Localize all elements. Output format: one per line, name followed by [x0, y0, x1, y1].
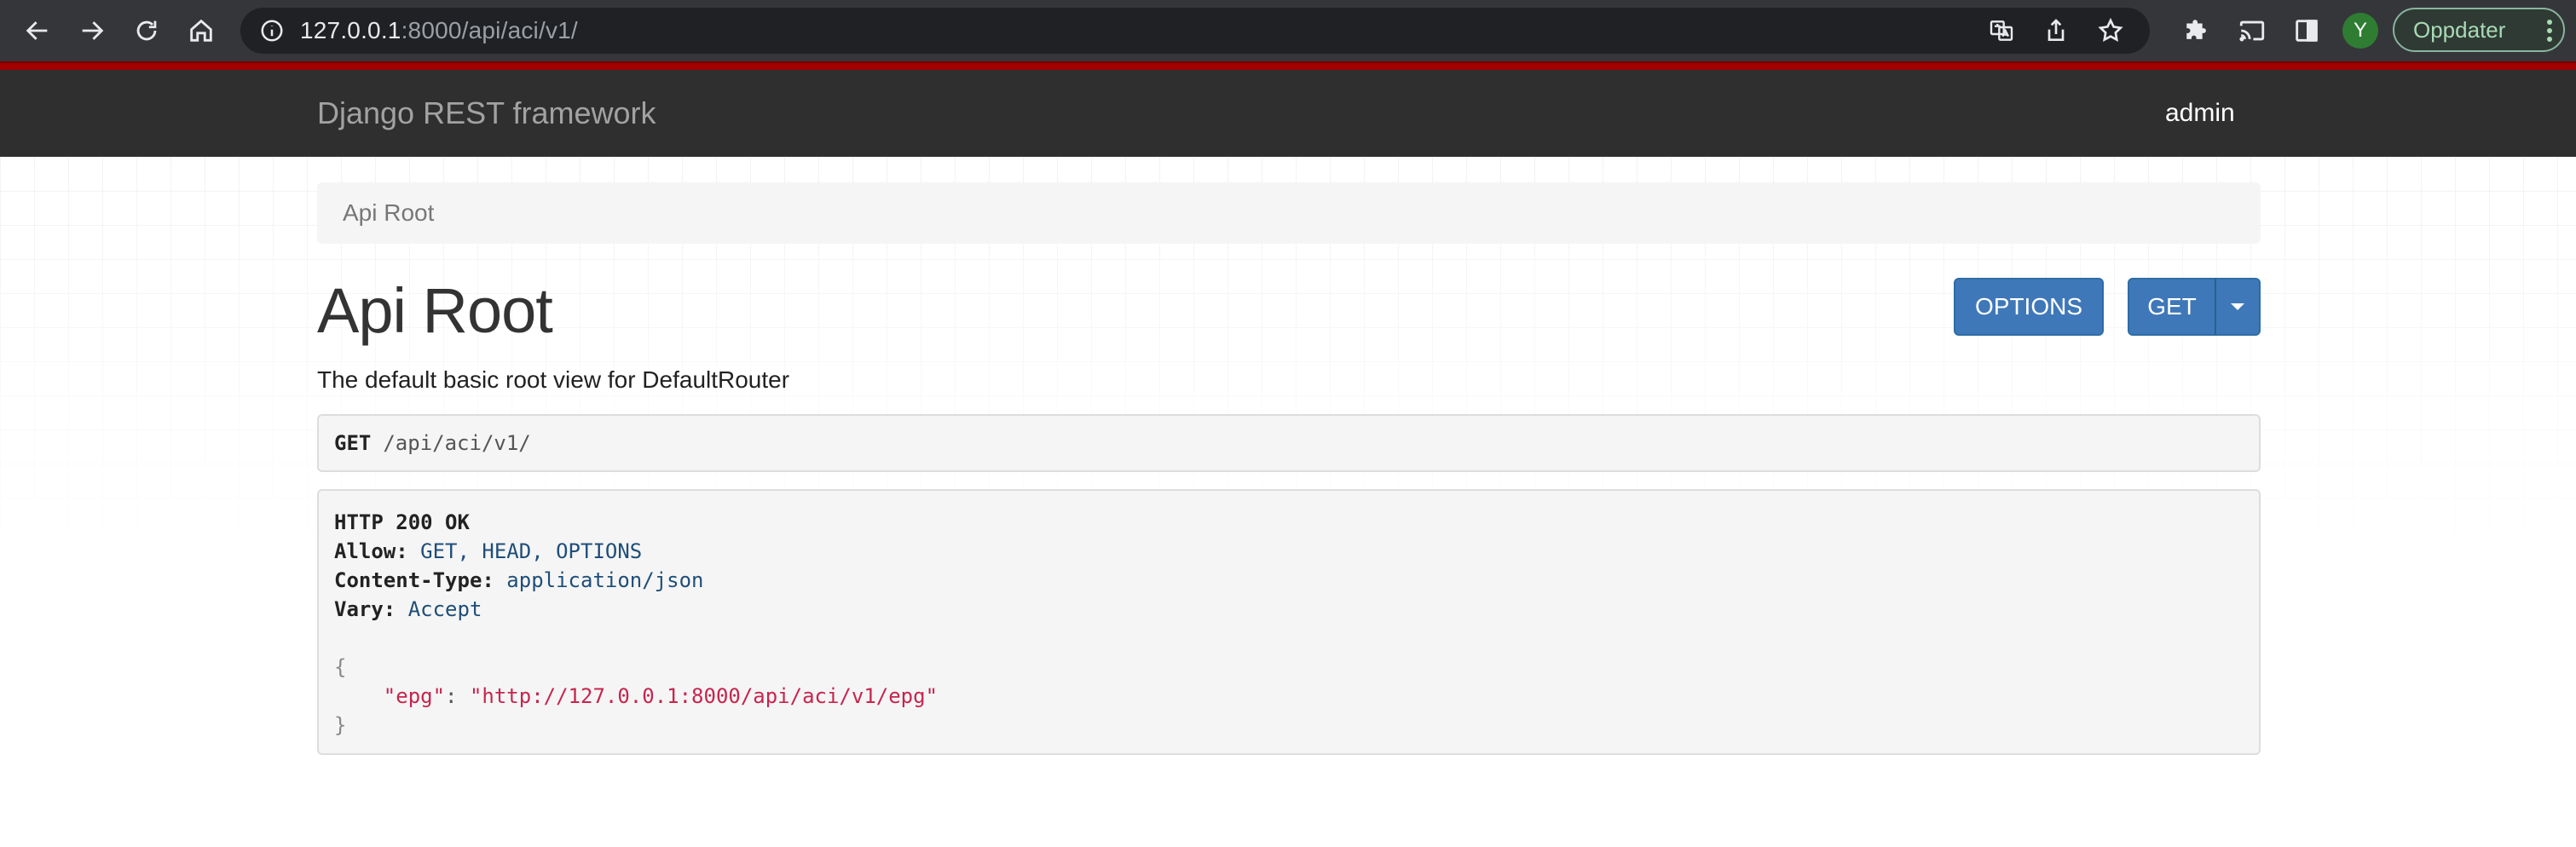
translate-icon	[1990, 20, 2013, 41]
share-button[interactable]	[2029, 17, 2083, 44]
view-description: The default basic root view for DefaultR…	[317, 366, 790, 393]
update-button[interactable]: Oppdater	[2393, 8, 2565, 52]
breadcrumb: Api Root	[317, 182, 2261, 244]
response-info: HTTP 200 OK Allow: GET, HEAD, OPTIONS Co…	[317, 489, 2261, 755]
reload-button[interactable]	[119, 0, 174, 61]
arrow-left-icon	[26, 21, 48, 40]
request-method: GET	[334, 431, 372, 455]
home-icon	[190, 19, 212, 42]
puzzle-icon	[2186, 20, 2206, 39]
extensions-button[interactable]	[2170, 16, 2225, 45]
url-path: :8000/api/aci/v1/	[401, 17, 578, 43]
browser-toolbar: 127.0.0.1:8000/api/aci/v1/ Y Oppdater	[0, 0, 2576, 61]
response-header-vary: Vary: Accept	[334, 597, 482, 621]
update-label: Oppdater	[2413, 16, 2506, 43]
back-button[interactable]	[10, 0, 65, 61]
navbar: Django REST framework admin	[0, 70, 2576, 157]
share-icon	[2048, 19, 2065, 41]
reload-icon	[136, 20, 157, 41]
brand-link[interactable]: Django REST framework	[317, 95, 656, 131]
side-panel-button[interactable]	[2279, 16, 2334, 45]
url-text[interactable]: 127.0.0.1:8000/api/aci/v1/	[300, 17, 578, 44]
cast-button[interactable]	[2225, 16, 2279, 45]
profile-avatar[interactable]: Y	[2342, 13, 2378, 49]
json-open-brace: {	[334, 655, 347, 679]
response-header-allow: Allow: GET, HEAD, OPTIONS	[334, 539, 643, 563]
json-key: "epg"	[383, 684, 446, 708]
navbar-accent-strip	[0, 61, 2576, 70]
json-entry-epg: "epg": "http://127.0.0.1:8000/api/aci/v1…	[383, 684, 939, 708]
omnibox-actions	[1974, 8, 2138, 54]
request-info: GET /api/aci/v1/	[317, 414, 2261, 472]
response-header-content-type: Content-Type: application/json	[334, 568, 704, 592]
format-dropdown-toggle[interactable]	[2215, 278, 2261, 336]
forward-button[interactable]	[65, 0, 119, 61]
arrow-right-icon	[82, 21, 104, 40]
cast-icon	[2239, 20, 2265, 42]
get-button[interactable]: GET	[2128, 278, 2216, 336]
user-menu[interactable]: admin	[2165, 99, 2235, 128]
request-path: /api/aci/v1/	[383, 431, 531, 455]
response-status: HTTP 200 OK	[334, 510, 470, 534]
address-bar[interactable]: 127.0.0.1:8000/api/aci/v1/	[240, 8, 2150, 54]
home-button[interactable]	[174, 0, 228, 61]
bookmark-button[interactable]	[2083, 17, 2138, 44]
star-icon	[2098, 17, 2123, 42]
epg-link[interactable]: "http://127.0.0.1:8000/api/aci/v1/epg"	[470, 684, 938, 708]
extension-area	[2170, 0, 2334, 61]
page-title: Api Root	[317, 275, 553, 346]
caret-down-icon	[2231, 303, 2244, 310]
url-host: 127.0.0.1	[300, 17, 401, 43]
breadcrumb-item-api-root[interactable]: Api Root	[343, 199, 434, 227]
side-panel-icon	[2296, 20, 2318, 42]
json-close-brace: }	[334, 713, 347, 737]
info-icon[interactable]	[259, 18, 285, 43]
translate-button[interactable]	[1974, 17, 2029, 44]
more-vertical-icon[interactable]	[2546, 18, 2553, 43]
options-button[interactable]: OPTIONS	[1954, 278, 2104, 336]
